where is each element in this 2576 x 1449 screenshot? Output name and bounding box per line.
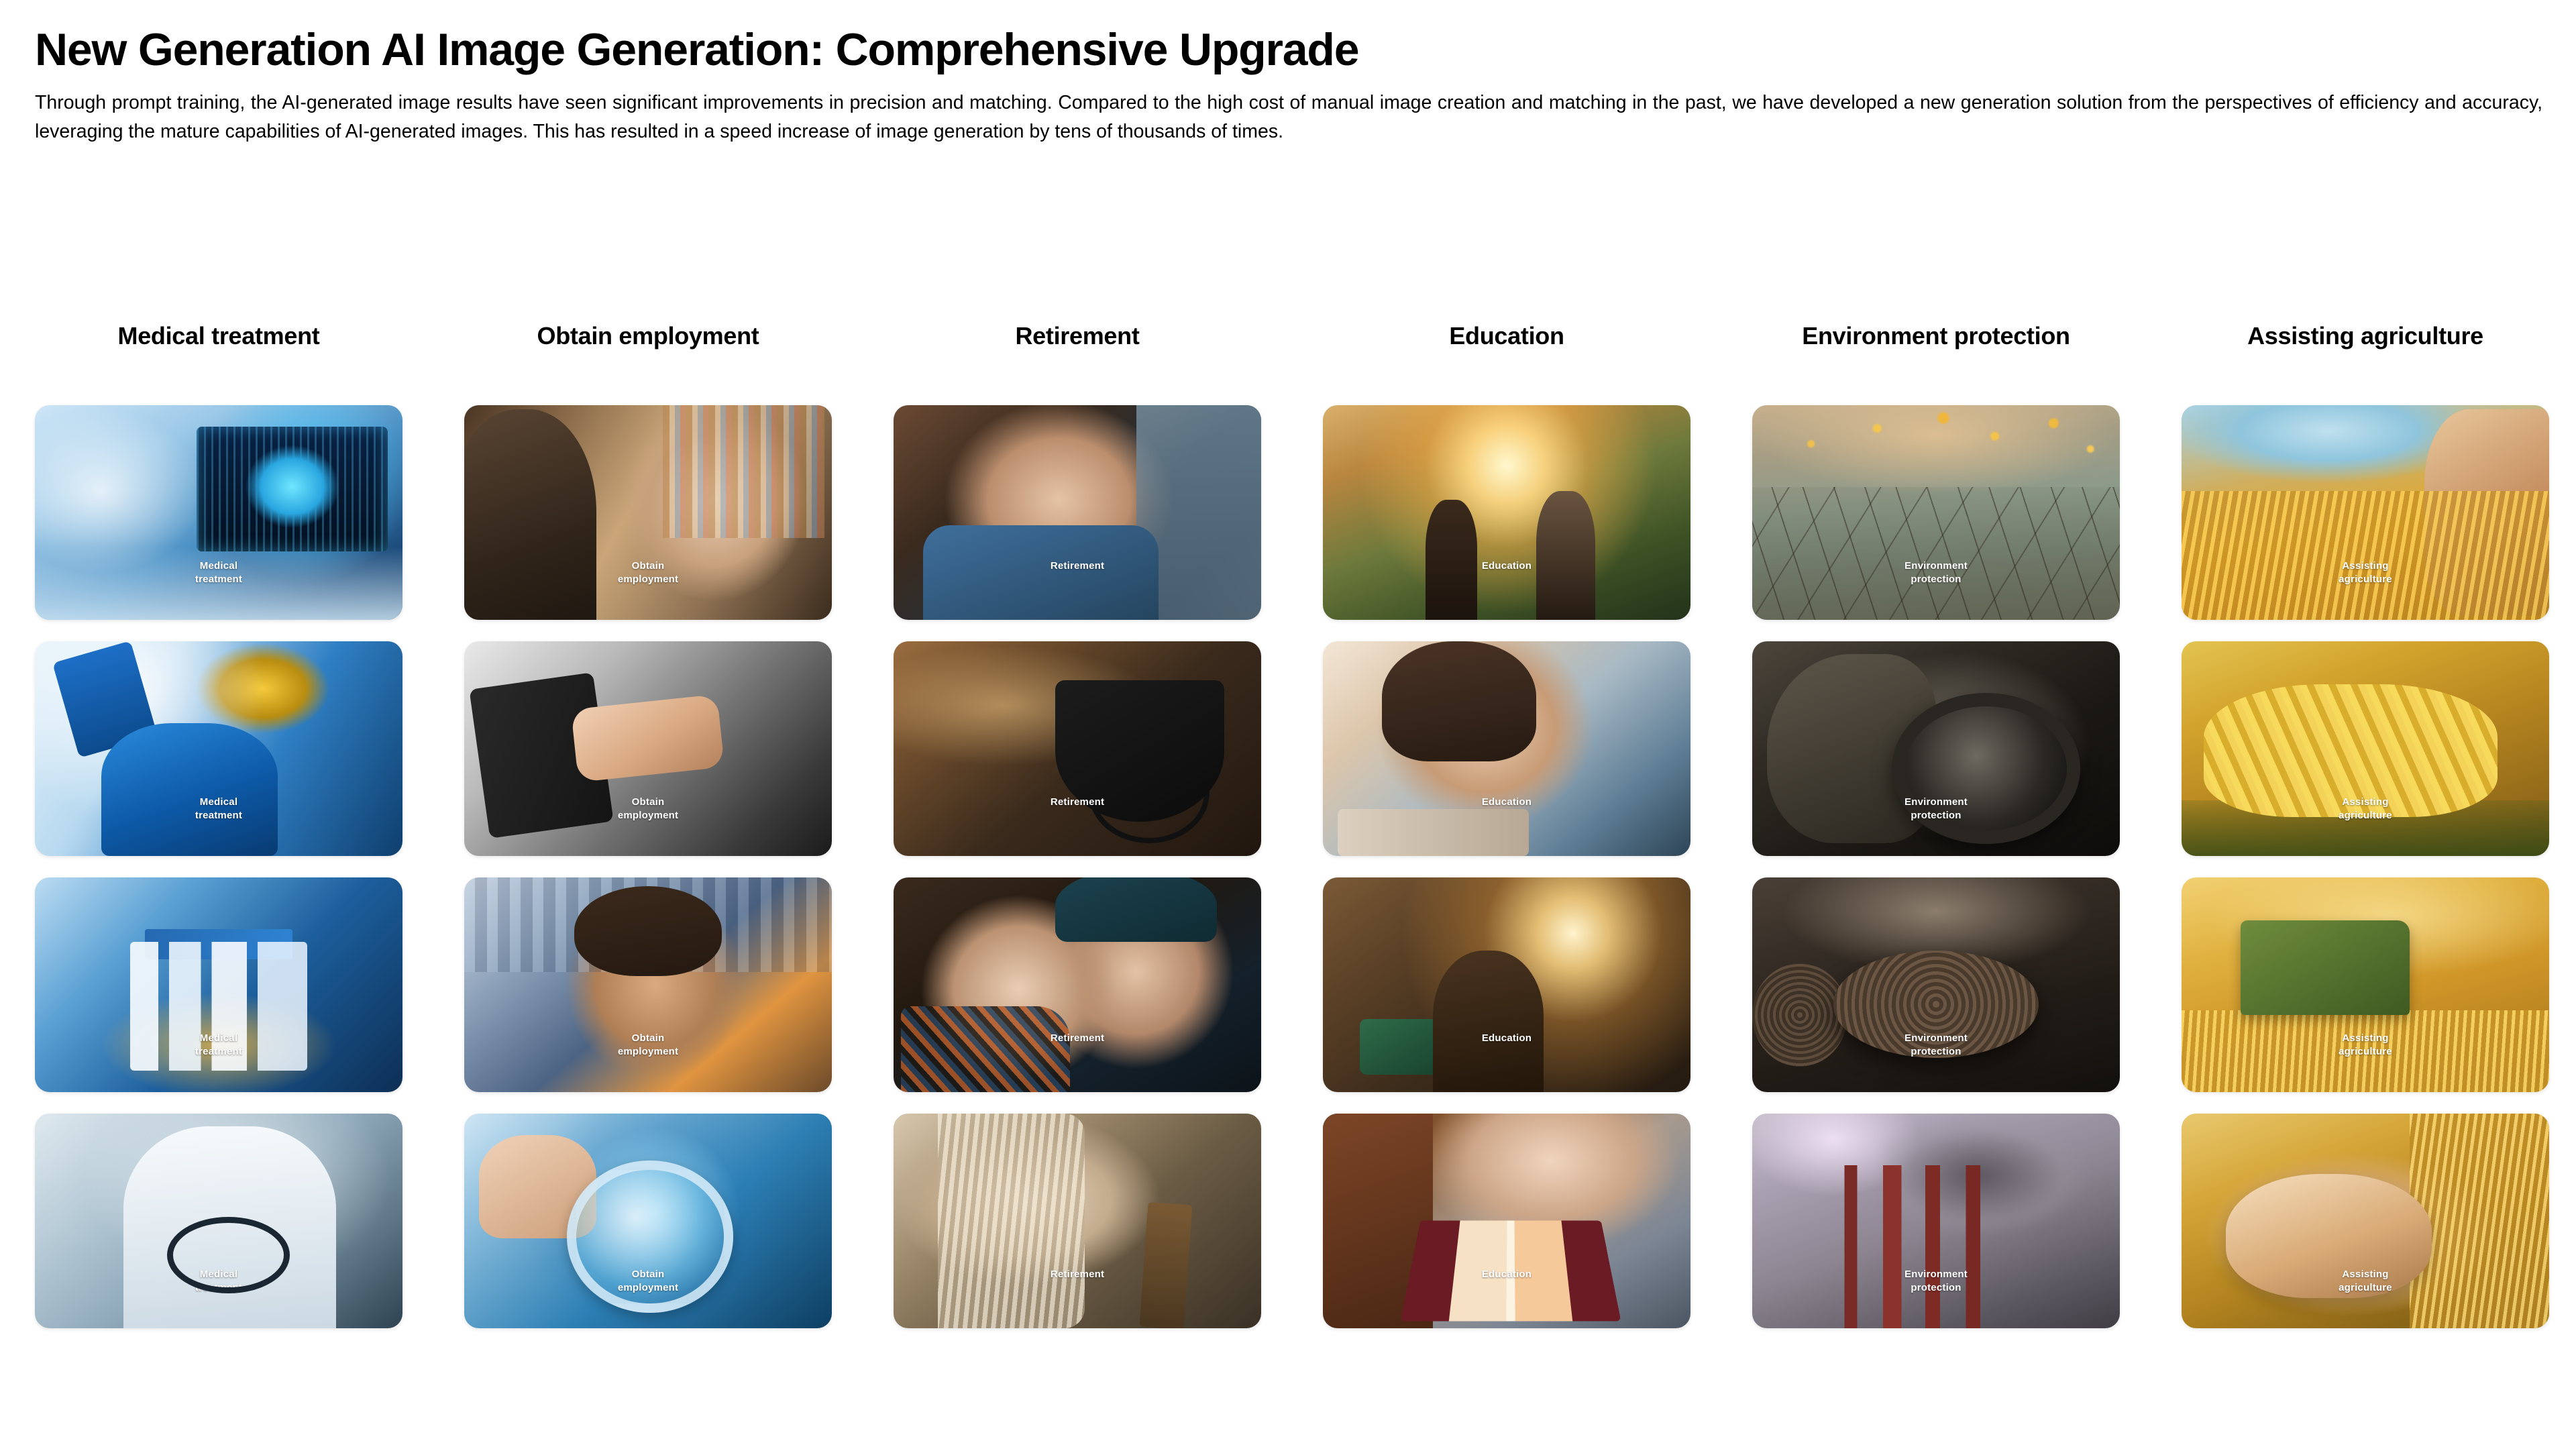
image-card[interactable]: Retirement	[894, 1114, 1261, 1328]
column-title-2: Obtain employment	[537, 322, 759, 350]
generated-image	[35, 1114, 402, 1328]
generated-image	[894, 1114, 1261, 1328]
column-title-3: Retirement	[1015, 322, 1140, 350]
gallery-column: Environment protection Environment protect…	[1752, 315, 2120, 1328]
gallery-column: Medical treatment Medical treatment Medical…	[35, 315, 402, 1328]
generated-image	[1752, 877, 2120, 1092]
generated-image	[2182, 877, 2549, 1092]
image-card[interactable]: Retirement	[894, 641, 1261, 856]
image-card[interactable]: Medicaltreatment	[35, 405, 402, 620]
image-card[interactable]: Assisting agriculture	[2182, 641, 2549, 856]
generated-image	[35, 641, 402, 856]
gallery-column: Assisting agriculture Assisting agricultur…	[2182, 315, 2549, 1328]
generated-image	[894, 641, 1261, 856]
gallery-column: Education Education Education Education Educ…	[1323, 315, 1690, 1328]
image-card[interactable]: Assisting agriculture	[2182, 877, 2549, 1092]
image-card[interactable]: Assisting agriculture	[2182, 1114, 2549, 1328]
generated-image	[1752, 641, 2120, 856]
gallery-column: Obtain employment Obtain employment Obtain e…	[464, 315, 832, 1328]
generated-image	[1323, 641, 1690, 856]
generated-image	[464, 877, 832, 1092]
column-card-list: Assisting agriculture Assisting agriculture…	[2182, 405, 2549, 1328]
image-card[interactable]: Environment protection	[1752, 641, 2120, 856]
column-card-list: Obtain employment Obtain employment Obtain em…	[464, 405, 832, 1328]
column-title-5: Environment protection	[1802, 322, 2070, 350]
image-card[interactable]: Environment protection	[1752, 1114, 2120, 1328]
image-card[interactable]: Education	[1323, 641, 1690, 856]
generated-image	[2182, 641, 2549, 856]
generated-image	[35, 877, 402, 1092]
page-title: New Generation AI Image Generation: Comp…	[35, 24, 1360, 75]
image-card[interactable]: Environment protection	[1752, 877, 2120, 1092]
column-title-4: Education	[1449, 322, 1564, 350]
generated-image	[2182, 1114, 2549, 1328]
generated-image	[464, 1114, 832, 1328]
image-card[interactable]: Assisting agriculture	[2182, 405, 2549, 620]
image-card[interactable]: Retirement	[894, 405, 1261, 620]
generated-image	[894, 405, 1261, 620]
image-card[interactable]: Obtain employment	[464, 641, 832, 856]
image-card[interactable]: Education	[1323, 877, 1690, 1092]
generated-image	[464, 405, 832, 620]
column-title-6: Assisting agriculture	[2247, 322, 2483, 350]
gallery-column: Retirement Retirement Retirement Retirement…	[894, 315, 1261, 1328]
generated-image	[1752, 405, 2120, 620]
image-card[interactable]: Retirement	[894, 877, 1261, 1092]
page-description: Through prompt training, the AI-generate…	[35, 92, 2542, 143]
generated-image	[1752, 1114, 2120, 1328]
generated-image	[1323, 405, 1690, 620]
image-card[interactable]: Education	[1323, 405, 1690, 620]
generated-image	[464, 641, 832, 856]
image-card[interactable]: Medicaltreatment	[35, 877, 402, 1092]
image-card[interactable]: Medicaltreatment	[35, 1114, 402, 1328]
column-card-list: Medical treatment Medical treatment Medical t…	[35, 405, 402, 1328]
column-card-list: Retirement Retirement Retirement Retirement	[894, 405, 1261, 1328]
image-card[interactable]: Obtain employment	[464, 877, 832, 1092]
image-card[interactable]: Environment protection	[1752, 405, 2120, 620]
generated-image	[1323, 877, 1690, 1092]
column-card-list: Environment protection Environment protecti…	[1752, 405, 2120, 1328]
image-card[interactable]: Medicaltreatment	[35, 641, 402, 856]
generated-image	[894, 877, 1261, 1092]
column-card-list: Education Education Education Education	[1323, 405, 1690, 1328]
page-header: New Generation AI Image Generation: Comp…	[35, 25, 2544, 147]
page-root: New Generation AI Image Generation: Comp…	[0, 0, 2576, 1449]
image-card[interactable]: Obtain employment	[464, 405, 832, 620]
image-card[interactable]: Education	[1323, 1114, 1690, 1328]
column-title-1: Medical treatment	[117, 322, 320, 350]
generated-image	[35, 405, 402, 620]
generated-image	[2182, 405, 2549, 620]
image-gallery-grid: Medical treatment Medical treatment Medical…	[35, 315, 2563, 1328]
generated-image	[1323, 1114, 1690, 1328]
image-card[interactable]: Obtain employment	[464, 1114, 832, 1328]
